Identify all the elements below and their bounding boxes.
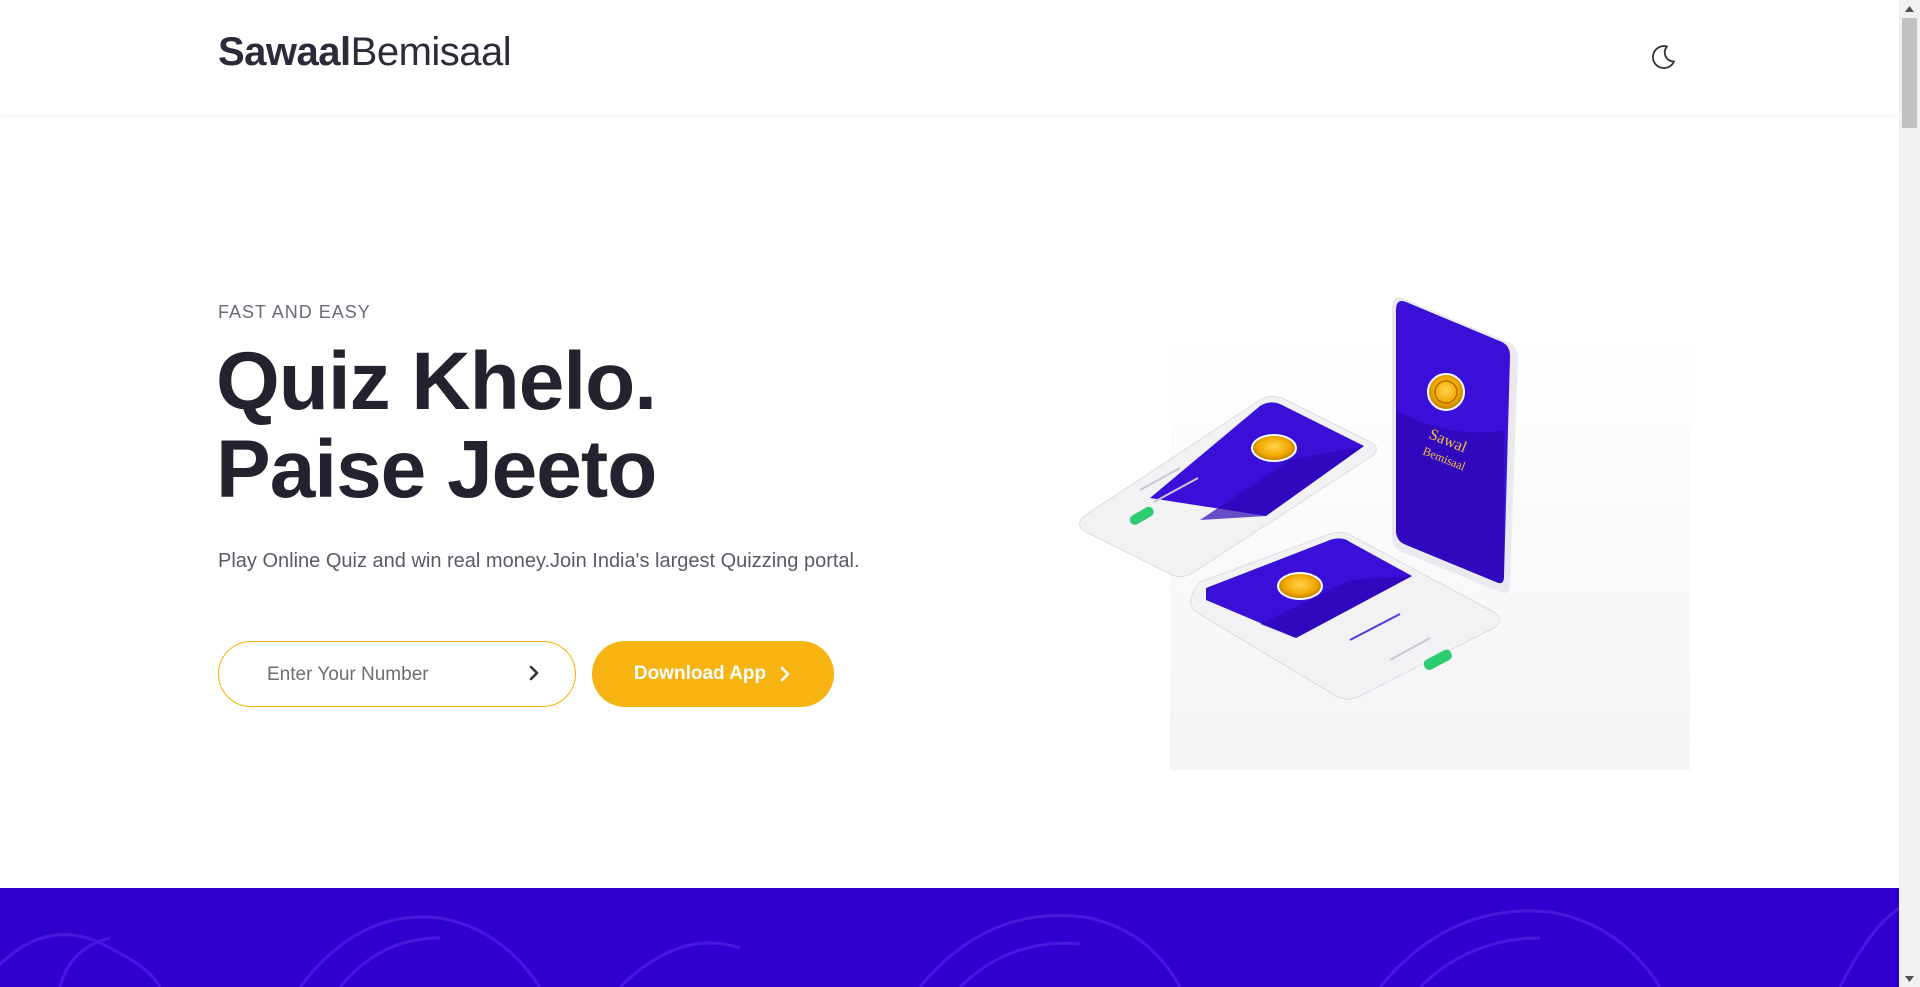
standing-phone: Sawal Bemisaal: [1392, 297, 1518, 593]
scrollbar-thumb[interactable]: [1902, 18, 1917, 128]
hero-headline: Quiz Khelo. Paise Jeeto: [216, 336, 657, 515]
phones-image: Sawal Bemisaal: [1079, 297, 1690, 770]
headline-line-2: Paise Jeeto: [216, 424, 657, 515]
app-phones-illustration: Sawal Bemisaal: [1070, 290, 1690, 770]
headline-line-1: Quiz Khelo.: [216, 336, 657, 427]
phone-number-input[interactable]: [265, 642, 499, 707]
site-header: SawaalBemisaal: [0, 0, 1899, 114]
logo-light-text: Bemisaal: [350, 30, 512, 74]
site-logo[interactable]: SawaalBemisaal: [218, 30, 512, 75]
vertical-scrollbar[interactable]: [1899, 0, 1920, 987]
decorative-pattern: [0, 906, 1899, 987]
page-viewport: SawaalBemisaal FAST AND EASY Quiz Khelo.…: [0, 0, 1899, 987]
hero-subtext: Play Online Quiz and win real money.Join…: [218, 550, 860, 572]
chevron-right-icon: [780, 666, 790, 682]
hero-eyebrow: FAST AND EASY: [218, 302, 371, 322]
scroll-up-arrow-icon[interactable]: [1899, 0, 1920, 17]
phone-number-form: [218, 641, 576, 707]
download-app-label: Download App: [633, 663, 767, 684]
download-app-button[interactable]: Download App: [592, 641, 834, 707]
moon-icon: [1652, 45, 1675, 69]
logo-bold-text: Sawaal: [218, 30, 351, 74]
features-section-band: [0, 888, 1899, 987]
chevron-right-icon: [529, 665, 539, 681]
number-submit-button[interactable]: [519, 658, 549, 688]
scroll-down-arrow-icon[interactable]: [1899, 970, 1920, 987]
theme-toggle-button[interactable]: [1648, 42, 1678, 72]
